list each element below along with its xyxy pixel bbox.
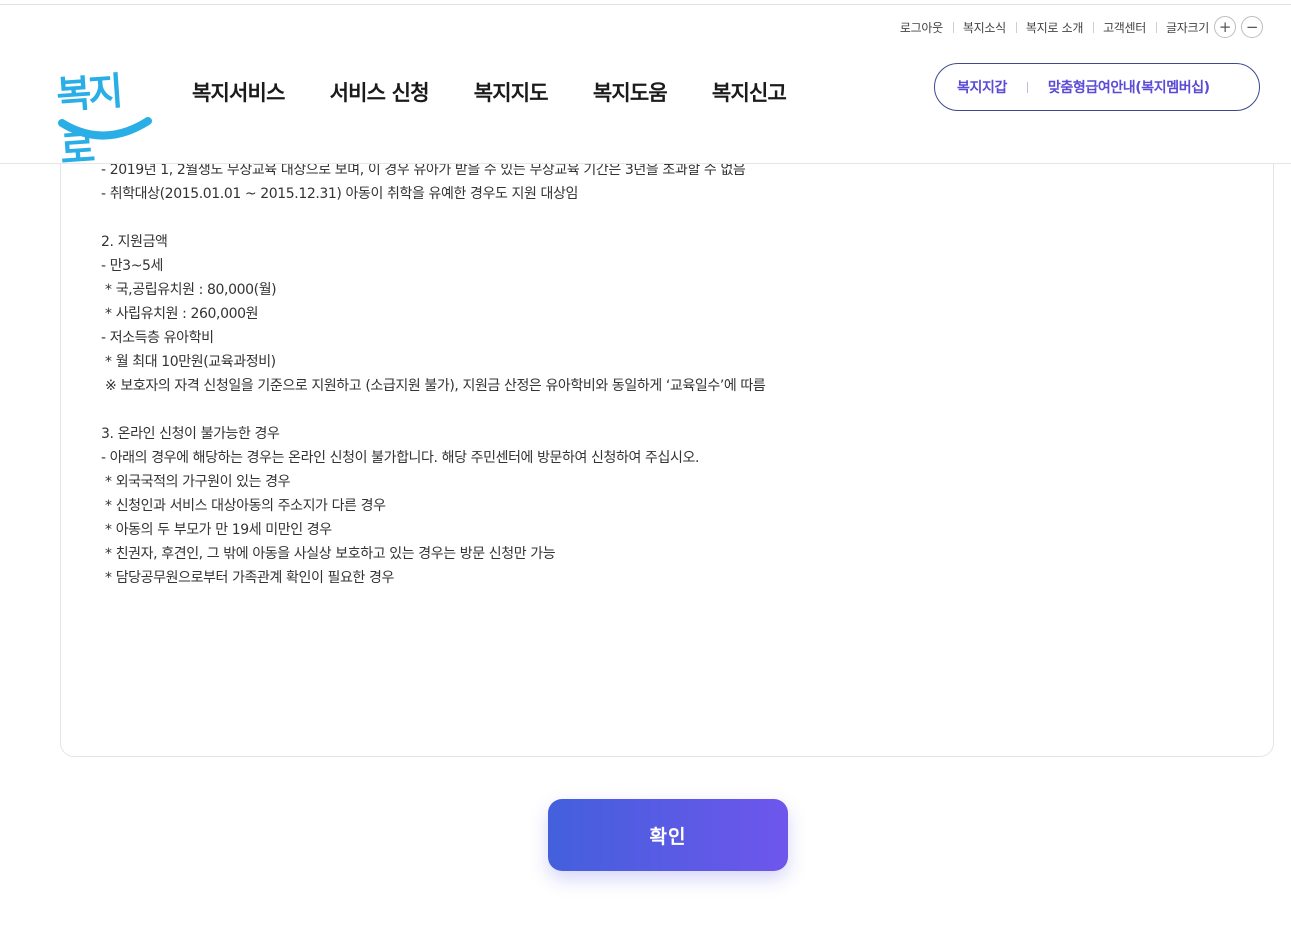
confirm-label: 확인 [649, 825, 687, 848]
content-line: - 취학대상(2015.01.01 ~ 2015.12.31) 아동이 취학을 … [101, 186, 578, 202]
content-line: * 외국국적의 가구원이 있는 경우 [101, 474, 291, 490]
content-line: * 국,공립유치원 : 80,000(월) [101, 282, 277, 298]
plus-icon: + [1218, 17, 1232, 36]
font-size-label: 글자크기 [1156, 19, 1209, 36]
content-line: 3. 온라인 신청이 불가능한 경우 [101, 426, 280, 442]
about-link[interactable]: 복지로 소개 [1015, 19, 1093, 36]
nav-welfare-report[interactable]: 복지신고 [712, 77, 787, 107]
custom-benefit-link[interactable]: 맞춤형급여안내(복지멤버십) [1048, 77, 1210, 97]
logout-link[interactable]: 로그아웃 [890, 19, 953, 36]
content-box[interactable]: - 2019년 1, 2월생도 무상교육 대상으로 보며, 이 경우 유아가 받… [60, 100, 1274, 757]
page: - 2019년 1, 2월생도 무상교육 대상으로 보며, 이 경우 유아가 받… [0, 0, 1291, 929]
customer-center-link[interactable]: 고객센터 [1093, 19, 1156, 36]
content-line [101, 206, 765, 230]
nav-welfare-help[interactable]: 복지도움 [593, 77, 668, 107]
site-logo[interactable]: 복지로 [55, 61, 153, 172]
confirm-button[interactable]: 확인 [548, 799, 788, 871]
content-line: * 신청인과 서비스 대상아동의 주소지가 다른 경우 [101, 498, 386, 514]
content-line [101, 398, 765, 422]
content-line: - 만3~5세 [101, 258, 164, 274]
nav-welfare-service[interactable]: 복지서비스 [192, 77, 285, 107]
content-text: - 2019년 1, 2월생도 무상교육 대상으로 보며, 이 경우 유아가 받… [101, 158, 766, 590]
content-line: - 아래의 경우에 해당하는 경우는 온라인 신청이 불가합니다. 해당 주민센… [101, 450, 699, 466]
content-line: - 저소득층 유아학비 [101, 330, 214, 346]
utility-menu: 로그아웃 복지소식 복지로 소개 고객센터 글자크기 + − [890, 16, 1263, 38]
welfare-wallet-link[interactable]: 복지지갑 [957, 77, 1007, 97]
site-header: 로그아웃 복지소식 복지로 소개 고객센터 글자크기 + − 복지로 복지서비스… [0, 5, 1291, 172]
content-line: * 담당공무원으로부터 가족관계 확인이 필요한 경우 [101, 570, 394, 586]
content-line: * 월 최대 10만원(교육과정비) [101, 354, 276, 370]
nav-welfare-map[interactable]: 복지지도 [474, 77, 549, 107]
content-line: ※ 보호자의 자격 신청일을 기준으로 지원하고 (소급지원 불가), 지원금 … [101, 378, 766, 394]
quick-links-divider [1026, 81, 1028, 93]
minus-icon: − [1245, 17, 1259, 36]
content-line: * 사립유치원 : 260,000원 [101, 306, 259, 322]
welfare-news-link[interactable]: 복지소식 [952, 19, 1016, 36]
content-line: * 친권자, 후견인, 그 밖에 아동을 사실상 보호하고 있는 경우는 방문 … [101, 546, 556, 562]
quick-links: 복지지갑 맞춤형급여안내(복지멤버십) [934, 63, 1260, 111]
font-decrease-button[interactable]: − [1241, 16, 1263, 38]
nav-service-apply[interactable]: 서비스 신청 [330, 77, 430, 107]
logo-smile-icon [58, 117, 152, 140]
content-line: 2. 지원금액 [101, 234, 168, 250]
main-nav: 복지서비스 서비스 신청 복지지도 복지도움 복지신고 [192, 77, 831, 107]
font-increase-button[interactable]: + [1214, 16, 1236, 38]
content-line: * 아동의 두 부모가 만 19세 미만인 경우 [101, 522, 332, 538]
